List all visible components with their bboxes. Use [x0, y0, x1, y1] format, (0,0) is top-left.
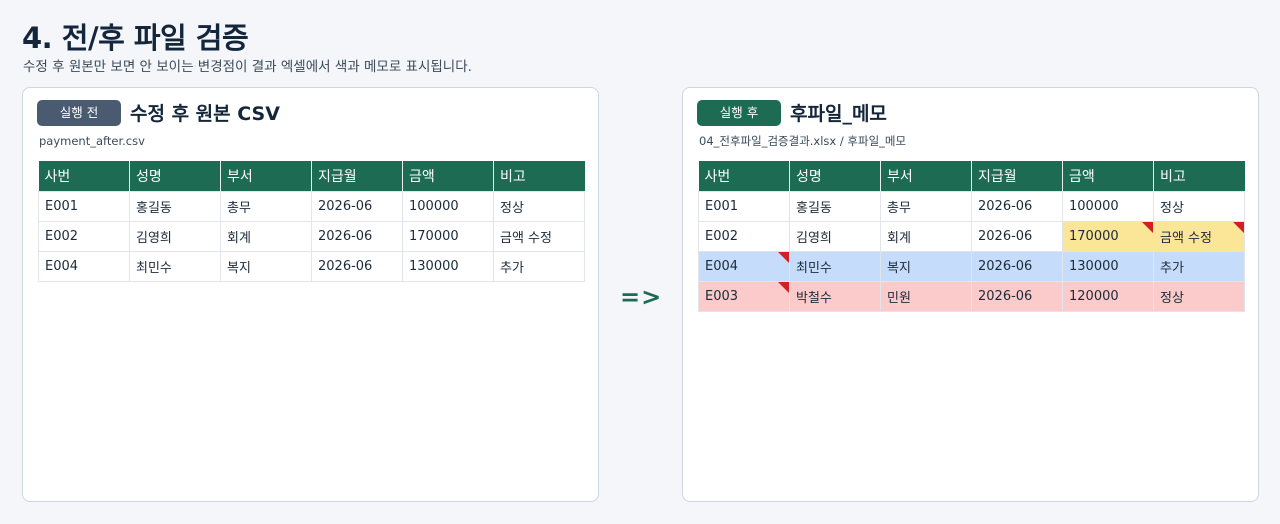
after-table-header-row: 사번 성명 부서 지급월 금액 비고 [698, 161, 1245, 191]
table-cell[interactable]: 170000 [402, 220, 494, 252]
cell-text: E003 [705, 288, 739, 304]
table-row: E001 홍길동 총무 2026-06 100000 정상 [38, 190, 585, 222]
table-cell[interactable]: 2026-06 [971, 280, 1063, 312]
table-cell[interactable]: E002 [698, 220, 790, 252]
cell-text: 170000 [1069, 228, 1119, 244]
table-cell[interactable]: 총무 [220, 190, 312, 222]
page-title: 4. 전/후 파일 검증 [22, 21, 249, 55]
before-table: 사번 성명 부서 지급월 금액 비고 E001 홍길동 총무 2026-06 1… [38, 161, 585, 282]
column-header-note: 비고 [1153, 161, 1245, 191]
column-header-emp-id: 사번 [698, 161, 790, 191]
column-header-emp-id: 사번 [38, 161, 130, 191]
modified-cell[interactable]: 금액 수정 [1153, 220, 1245, 252]
table-cell[interactable]: 김영희 [129, 220, 221, 252]
table-cell[interactable]: 최민수 [129, 250, 221, 282]
column-header-month: 지급월 [971, 161, 1063, 191]
table-row: E001 홍길동 총무 2026-06 100000 정상 [698, 190, 1245, 222]
table-cell[interactable]: 복지 [220, 250, 312, 282]
table-cell[interactable]: 130000 [1062, 250, 1154, 282]
table-cell[interactable]: 100000 [1062, 190, 1154, 222]
column-header-dept: 부서 [880, 161, 972, 191]
table-cell[interactable]: 홍길동 [129, 190, 221, 222]
after-table: 사번 성명 부서 지급월 금액 비고 E001 홍길동 총무 2026-06 1… [698, 161, 1245, 312]
column-header-amount: 금액 [402, 161, 494, 191]
before-table-header-row: 사번 성명 부서 지급월 금액 비고 [38, 161, 585, 191]
table-cell[interactable]: E004 [698, 250, 790, 282]
table-cell[interactable]: 김영희 [789, 220, 881, 252]
before-panel-title: 수정 후 원본 CSV [130, 103, 280, 125]
memo-indicator-icon[interactable] [1142, 222, 1153, 233]
table-cell[interactable]: E002 [38, 220, 130, 252]
table-cell[interactable]: E001 [698, 190, 790, 222]
before-file-name: payment_after.csv [39, 134, 145, 148]
before-badge: 실행 전 [37, 100, 121, 126]
table-row: E002 김영희 회계 2026-06 170000 금액 수정 [38, 220, 585, 252]
table-cell[interactable]: E004 [38, 250, 130, 282]
after-panel: 실행 후 후파일_메모 04_전후파일_검증결과.xlsx / 후파일_메모 사… [682, 87, 1259, 502]
table-cell[interactable]: E001 [38, 190, 130, 222]
table-cell[interactable]: 회계 [220, 220, 312, 252]
table-row: E004 최민수 복지 2026-06 130000 추가 [38, 250, 585, 282]
table-cell[interactable]: 정상 [1153, 280, 1245, 312]
table-cell[interactable]: 2026-06 [971, 220, 1063, 252]
table-cell[interactable]: 박철수 [789, 280, 881, 312]
table-cell[interactable]: 정상 [493, 190, 585, 222]
table-cell[interactable]: 2026-06 [971, 190, 1063, 222]
table-cell[interactable]: E003 [698, 280, 790, 312]
table-cell[interactable]: 복지 [880, 250, 972, 282]
modified-cell[interactable]: 170000 [1062, 220, 1154, 252]
table-row-deleted: E003 박철수 민원 2026-06 120000 정상 [698, 280, 1245, 312]
table-cell[interactable]: 정상 [1153, 190, 1245, 222]
table-cell[interactable]: 120000 [1062, 280, 1154, 312]
page-subtitle: 수정 후 원본만 보면 안 보이는 변경점이 결과 엑셀에서 색과 메모로 표시… [23, 59, 472, 75]
table-cell[interactable]: 2026-06 [971, 250, 1063, 282]
column-header-note: 비고 [493, 161, 585, 191]
memo-indicator-icon[interactable] [778, 252, 789, 263]
table-cell[interactable]: 홍길동 [789, 190, 881, 222]
after-file-path: 04_전후파일_검증결과.xlsx / 후파일_메모 [699, 134, 907, 148]
cell-text: 금액 수정 [1160, 230, 1212, 246]
table-cell[interactable]: 2026-06 [311, 190, 403, 222]
column-header-dept: 부서 [220, 161, 312, 191]
table-cell[interactable]: 2026-06 [311, 250, 403, 282]
table-cell[interactable]: 130000 [402, 250, 494, 282]
memo-indicator-icon[interactable] [778, 282, 789, 293]
table-row-added: E004 최민수 복지 2026-06 130000 추가 [698, 250, 1245, 282]
table-cell[interactable]: 100000 [402, 190, 494, 222]
after-panel-title: 후파일_메모 [790, 103, 887, 125]
column-header-name: 성명 [789, 161, 881, 191]
cell-text: E004 [705, 258, 739, 274]
table-cell[interactable]: 2026-06 [311, 220, 403, 252]
column-header-name: 성명 [129, 161, 221, 191]
after-badge: 실행 후 [697, 100, 781, 126]
arrow-icon: => [620, 283, 663, 311]
table-cell[interactable]: 회계 [880, 220, 972, 252]
table-cell[interactable]: 금액 수정 [493, 220, 585, 252]
memo-indicator-icon[interactable] [1233, 222, 1244, 233]
table-cell[interactable]: 추가 [493, 250, 585, 282]
column-header-amount: 금액 [1062, 161, 1154, 191]
table-cell[interactable]: 추가 [1153, 250, 1245, 282]
table-cell[interactable]: 민원 [880, 280, 972, 312]
column-header-month: 지급월 [311, 161, 403, 191]
table-cell[interactable]: 최민수 [789, 250, 881, 282]
table-row-modified: E002 김영희 회계 2026-06 170000 금액 수정 [698, 220, 1245, 252]
before-panel: 실행 전 수정 후 원본 CSV payment_after.csv 사번 성명… [22, 87, 599, 502]
table-cell[interactable]: 총무 [880, 190, 972, 222]
